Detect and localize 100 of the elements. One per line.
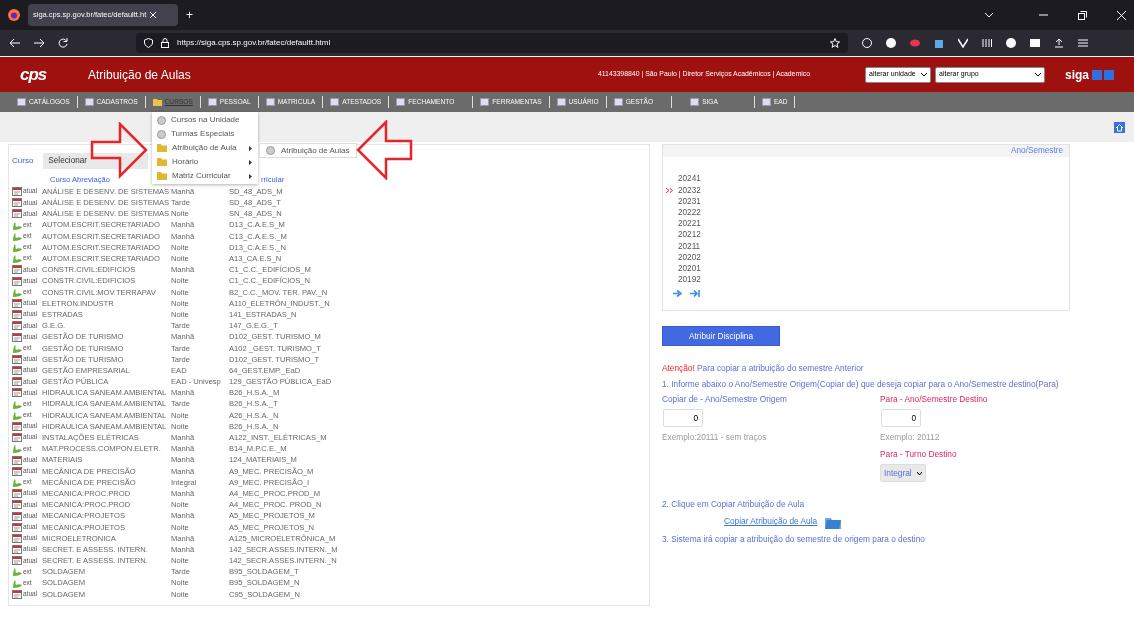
- share-icon[interactable]: [1054, 38, 1064, 48]
- menu-item[interactable]: Cursos na Unidade: [152, 113, 258, 127]
- calendar-icon: [12, 187, 22, 197]
- menu-icon[interactable]: [1078, 38, 1088, 48]
- document-icon: [84, 98, 94, 106]
- calendar-icon: [12, 589, 22, 599]
- semester-item[interactable]: 20232: [678, 184, 701, 197]
- extension-icon[interactable]: [958, 38, 968, 48]
- arrow-right-icon[interactable]: [673, 289, 682, 297]
- calendar-icon: [12, 310, 22, 320]
- calendar-icon: [12, 455, 22, 465]
- semester-item[interactable]: 20241: [678, 173, 701, 186]
- extension-icon[interactable]: [1006, 38, 1016, 48]
- document-icon: [207, 98, 217, 106]
- semester-item[interactable]: 20212: [678, 229, 701, 242]
- course-select[interactable]: Selecionar: [43, 153, 149, 169]
- leaf-icon: [12, 287, 22, 297]
- menu-item[interactable]: Matriz Curricular: [152, 169, 258, 183]
- instruction-text: 2. Clique em Copiar Atribuição de Aula: [662, 498, 806, 511]
- shield-icon: [144, 38, 153, 48]
- page-title: Atribuição de Aulas: [88, 66, 192, 84]
- star-icon[interactable]: [830, 38, 840, 48]
- panel-header[interactable]: Ano/Semestre: [1011, 146, 1063, 155]
- address-field[interactable]: https://siga.cps.sp.gov.br/fatec/defaultt.html: [136, 33, 848, 53]
- calendar-icon: [12, 321, 22, 331]
- field-label: Para - Ano/Semestre Destino: [880, 392, 988, 406]
- calendar-icon: [12, 556, 22, 566]
- semester-item[interactable]: 20211: [678, 240, 701, 253]
- submenu-arrow-icon: [249, 159, 252, 165]
- shift-select[interactable]: Integral: [880, 464, 926, 483]
- caret-icon: [917, 471, 922, 475]
- document-icon: [613, 98, 623, 106]
- semester-item[interactable]: 20201: [678, 262, 701, 276]
- menu-item[interactable]: Horário: [152, 155, 258, 169]
- chevron-down-icon[interactable]: [985, 12, 993, 18]
- circle-icon: [157, 129, 166, 139]
- calendar-icon: [12, 466, 22, 476]
- hint-text: Exemplo:20111 - sem traços: [662, 431, 768, 444]
- document-icon: [480, 98, 490, 106]
- document-icon: [330, 98, 340, 106]
- calendar-icon: [12, 209, 22, 219]
- reload-icon[interactable]: [58, 38, 68, 48]
- semester-item[interactable]: 20222: [678, 207, 701, 220]
- document-icon: [690, 98, 700, 106]
- semester-item[interactable]: 20192: [678, 274, 701, 287]
- document-icon: [265, 98, 275, 106]
- caret-icon: [921, 72, 927, 77]
- document-icon: [761, 98, 771, 106]
- copy-link[interactable]: Copiar Atribuição de Aula: [724, 515, 818, 528]
- calendar-icon: [12, 489, 22, 499]
- instruction-text: 3. Sistema irá copiar a atribuição do semestre de origem para o destino: [662, 532, 926, 546]
- menu-item[interactable]: Atribuição de Aulas: [259, 143, 357, 158]
- year-semester-field[interactable]: 0: [881, 409, 921, 428]
- extension-icon[interactable]: [934, 38, 944, 48]
- submenu-arrow-icon: [249, 173, 252, 179]
- skip-to-end-icon[interactable]: [690, 289, 700, 297]
- restore-icon[interactable]: [1078, 10, 1087, 20]
- extension-icon[interactable]: [982, 38, 992, 48]
- menu-item[interactable]: Turmas Especiais: [152, 127, 258, 141]
- calendar-icon: [12, 354, 22, 364]
- home-icon[interactable]: [1114, 121, 1125, 133]
- close-icon[interactable]: [150, 12, 157, 18]
- year-semester-field[interactable]: 0: [663, 409, 703, 428]
- intro-text: Para copiar a atribuição do semestre Anterior: [697, 363, 864, 373]
- new-tab-button[interactable]: +: [186, 6, 193, 24]
- calendar-icon: [12, 500, 22, 510]
- calendar-icon: [12, 433, 22, 443]
- calendar-icon: [12, 422, 22, 432]
- document-icon: [396, 98, 406, 106]
- calendar-icon: [12, 332, 22, 342]
- document-icon: [17, 98, 26, 106]
- field-label: Copiar de - Ano/Semestre Origem: [662, 392, 788, 406]
- submenu-arrow-icon: [249, 145, 252, 151]
- folder-icon: [152, 98, 162, 106]
- hint-text: Exemplo: 20112: [880, 431, 941, 444]
- calendar-icon: [12, 377, 22, 387]
- leaf-icon: [12, 477, 22, 487]
- extension-icon[interactable]: [886, 38, 896, 48]
- calendar-icon: [12, 388, 22, 398]
- semester-item[interactable]: 20202: [678, 251, 701, 265]
- calendar-icon: [12, 545, 22, 555]
- logo: cps: [20, 63, 48, 86]
- leaf-icon: [12, 343, 22, 353]
- circle-icon: [266, 146, 275, 155]
- calendar-icon: [12, 265, 22, 275]
- close-icon[interactable]: [1117, 10, 1126, 20]
- semester-item[interactable]: 20221: [678, 218, 701, 231]
- calendar-icon: [12, 276, 22, 286]
- forward-icon[interactable]: [34, 39, 44, 47]
- calendar-icon: [12, 533, 22, 543]
- semester-item[interactable]: 20231: [678, 195, 701, 209]
- lock-icon: [161, 38, 169, 48]
- back-icon[interactable]: [10, 39, 20, 47]
- leaf-icon: [12, 444, 22, 454]
- menu-item[interactable]: Atribuição de Aula: [152, 141, 258, 155]
- calendar-icon: [12, 198, 22, 208]
- caret-icon: [1035, 72, 1041, 77]
- instruction-text: 1. Informe abaixo o Ano/Semestre Origem(Copiar de) que deseja copiar para o Ano/Semestre destino(Para): [662, 378, 1060, 391]
- assign-button[interactable]: Atribuir Disciplina: [662, 326, 780, 346]
- calendar-icon: [12, 522, 22, 532]
